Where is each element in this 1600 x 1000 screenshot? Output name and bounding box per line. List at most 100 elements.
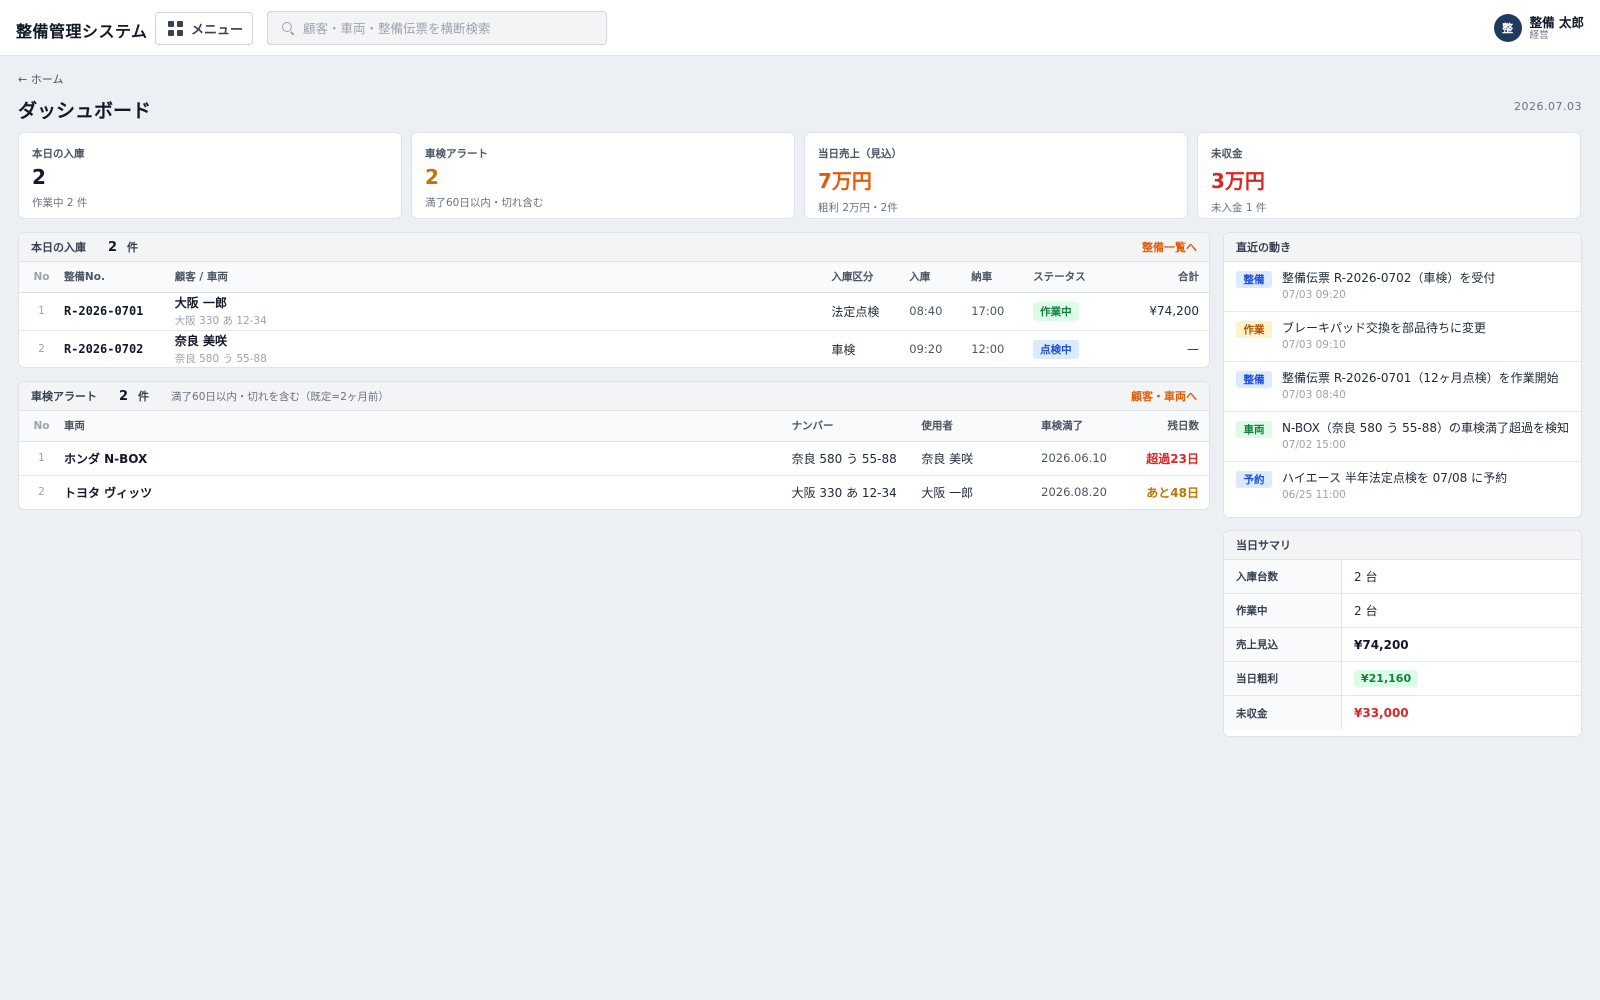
row-no: 2	[38, 343, 45, 356]
panel-note: 満了60日以内・切れを含む（既定=2ヶ月前）	[171, 390, 389, 403]
plate-number: 大阪 330 あ 12-34	[791, 485, 897, 500]
vehicle-name[interactable]: ホンダ N-BOX	[63, 441, 792, 476]
column-header: 車両	[63, 411, 792, 442]
table-row[interactable]: 1 ホンダ N-BOX 奈良 580 う 55-88 奈良 美咲 2026.06…	[19, 441, 1209, 476]
activity-text: ハイエース 半年法定点検を 07/08 に予約	[1282, 471, 1508, 485]
delivery-time: 12:00	[971, 342, 1005, 357]
activity-text: 整備伝票 R-2026-0701（12ヶ月点検）を作業開始	[1282, 371, 1559, 385]
panel-header: 車検アラート 2 件 満了60日以内・切れを含む（既定=2ヶ月前） 顧客・車両へ	[19, 382, 1209, 411]
column-header: 残日数	[1139, 411, 1209, 442]
vehicle-user: 奈良 美咲	[921, 441, 1042, 476]
user-menu[interactable]: 整 整備 太郎 経営	[1493, 14, 1584, 42]
page-title: ダッシュボード	[18, 100, 152, 122]
inspection-alert-panel: 車検アラート 2 件 満了60日以内・切れを含む（既定=2ヶ月前） 顧客・車両へ…	[18, 381, 1210, 510]
activity-time: 07/03 08:40	[1282, 389, 1346, 401]
search-box[interactable]	[267, 11, 607, 45]
table-row[interactable]: 2 トヨタ ヴィッツ 大阪 330 あ 12-34 大阪 一郎 2026.08.…	[19, 475, 1209, 509]
user-role: 経営	[1529, 29, 1549, 41]
summary-label: 売上見込	[1224, 628, 1342, 661]
kpi-value: 2	[32, 165, 46, 189]
kpi-value: 3万円	[1211, 169, 1265, 193]
panel-header: 直近の動き	[1224, 233, 1581, 262]
summary-row: 当日粗利 ¥21,160	[1224, 662, 1581, 696]
summary-label: 当日粗利	[1224, 662, 1342, 695]
activity-tag: 作業	[1236, 321, 1272, 338]
column-header: No	[19, 262, 64, 293]
activity-tag: 予約	[1236, 471, 1272, 488]
status-badge: 作業中	[1033, 301, 1079, 321]
kpi-value: 7万円	[818, 169, 872, 193]
activity-time: 06/25 11:00	[1282, 489, 1346, 501]
activity-item[interactable]: 作業 ブレーキパッド交換を部品待ちに変更 07/03 09:10	[1224, 312, 1581, 362]
remaining-days: 超過23日	[1139, 441, 1209, 476]
activity-item[interactable]: 整備 整備伝票 R-2026-0702（車検）を受付 07/03 09:20	[1224, 262, 1581, 312]
summary-value: ¥21,160	[1354, 670, 1419, 687]
activity-text: 整備伝票 R-2026-0702（車検）を受付	[1282, 271, 1496, 285]
activity-tag: 整備	[1236, 271, 1272, 288]
column-header: 入庫区分	[831, 262, 910, 293]
delivery-time: 17:00	[971, 292, 1034, 331]
today-intake-table: No 整備No. 顧客 / 車両 入庫区分 入庫 納車 ステータス 合計 1 R…	[19, 262, 1209, 367]
summary-value: ¥74,200	[1354, 637, 1409, 652]
intake-type: 法定点検	[831, 292, 910, 331]
panel-unit: 件	[138, 390, 150, 403]
inspection-expiry: 2026.08.20	[1041, 485, 1107, 500]
vehicle-plate: 奈良 580 う 55-88	[174, 353, 267, 366]
grid-icon	[168, 21, 183, 36]
customer-name: 大阪 一郎	[174, 296, 227, 310]
column-header: 入庫	[909, 262, 972, 293]
customer-vehicle-link[interactable]: 顧客・車両へ	[1131, 388, 1197, 404]
summary-label: 未収金	[1224, 696, 1342, 730]
app-title: 整備管理システム	[16, 22, 148, 41]
kpi-sub: 作業中 2 件	[32, 197, 88, 209]
activity-time: 07/03 09:20	[1282, 289, 1346, 301]
inspection-expiry: 2026.06.10	[1041, 441, 1140, 476]
search-input[interactable]	[303, 20, 593, 36]
row-no: 1	[19, 292, 64, 331]
panel-count: 2	[108, 239, 118, 255]
row-total: ¥74,200	[1129, 292, 1209, 331]
row-no: 1	[19, 441, 64, 476]
plate-number: 奈良 580 う 55-88	[791, 441, 922, 476]
activity-item[interactable]: 車両 N-BOX（奈良 580 う 55-88）の車検満了超過を検知 07/02…	[1224, 412, 1581, 462]
activity-tag: 整備	[1236, 371, 1272, 388]
kpi-card-inspection-alert: 車検アラート 2 満了60日以内・切れ含む	[411, 132, 795, 219]
intake-time: 08:40	[909, 292, 972, 331]
activity-item[interactable]: 整備 整備伝票 R-2026-0701（12ヶ月点検）を作業開始 07/03 0…	[1224, 362, 1581, 412]
activity-tag: 車両	[1236, 421, 1272, 438]
summary-label: 入庫台数	[1224, 560, 1342, 593]
search-icon	[282, 22, 294, 34]
table-row[interactable]: 1 R-2026-0701 大阪 一郎 大阪 330 あ 12-34 法定点検 …	[19, 292, 1209, 331]
column-header: 整備No.	[63, 262, 175, 293]
summary-value: 2 台	[1354, 604, 1378, 618]
kpi-sub: 満了60日以内・切れ含む	[425, 197, 544, 209]
vehicle-name[interactable]: トヨタ ヴィッツ	[64, 475, 792, 509]
maintenance-list-link[interactable]: 整備一覧へ	[1142, 239, 1197, 255]
status-badge: 点検中	[1033, 339, 1079, 359]
activity-item[interactable]: 予約 ハイエース 半年法定点検を 07/08 に予約 06/25 11:00	[1224, 462, 1581, 512]
menu-button[interactable]: メニュー	[155, 12, 253, 45]
panel-header: 本日の入庫 2 件 整備一覧へ	[19, 233, 1209, 262]
panel-title: 車検アラート	[31, 390, 97, 403]
panel-header: 当日サマリ	[1224, 531, 1581, 560]
today-intake-panel: 本日の入庫 2 件 整備一覧へ No 整備No. 顧客 / 車両 入庫区分 入庫…	[18, 232, 1210, 368]
kpi-label: 本日の入庫	[32, 148, 85, 160]
kpi-card-daily-sales: 当日売上（見込） 7万円 粗利 2万円・2件	[804, 132, 1188, 219]
kpi-sub: 未入金 1 件	[1211, 202, 1267, 214]
row-no: 2	[38, 486, 45, 499]
summary-row: 売上見込 ¥74,200	[1224, 628, 1581, 662]
customer-name: 奈良 美咲	[174, 334, 227, 349]
column-header: 車検満了	[1041, 411, 1140, 442]
kpi-label: 当日売上（見込）	[818, 148, 902, 160]
maintenance-id-link[interactable]: R-2026-0702	[64, 330, 175, 367]
panel-title: 直近の動き	[1236, 241, 1291, 254]
recent-activity-panel: 直近の動き 整備 整備伝票 R-2026-0702（車検）を受付 07/03 0…	[1223, 232, 1582, 518]
table-row[interactable]: 2 R-2026-0702 奈良 美咲 奈良 580 う 55-88 車検 09…	[19, 330, 1209, 367]
intake-time: 09:20	[909, 342, 943, 357]
summary-row: 作業中 2 台	[1224, 594, 1581, 628]
column-header: 合計	[1129, 262, 1209, 293]
breadcrumb-home[interactable]: ← ホーム	[18, 71, 63, 87]
row-total: —	[1187, 342, 1199, 357]
avatar: 整	[1493, 14, 1522, 42]
maintenance-id-link[interactable]: R-2026-0701	[63, 292, 175, 331]
